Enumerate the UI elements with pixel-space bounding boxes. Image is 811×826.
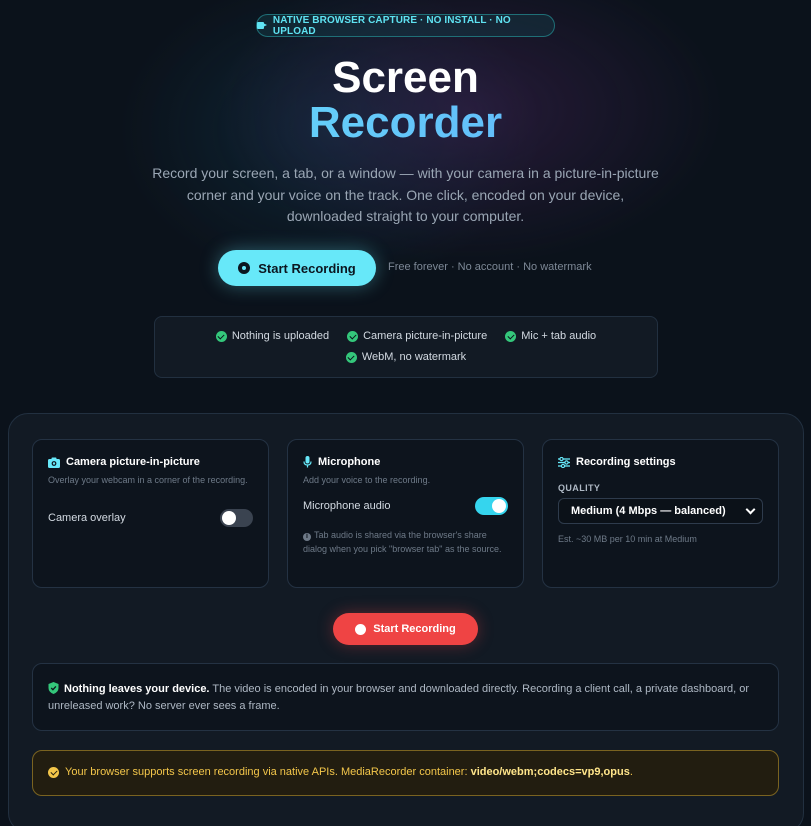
feature-label: Camera picture-in-picture xyxy=(363,330,488,342)
hero-start-recording-label: Start Recording xyxy=(258,260,356,276)
feature-badge-text: NATIVE BROWSER CAPTURE · NO INSTALL · NO… xyxy=(272,14,511,37)
quality-label: QUALITY xyxy=(558,483,601,493)
privacy-notice-bold: Nothing leaves your device. xyxy=(64,683,210,695)
browser-support-message: Your browser supports screen recording v… xyxy=(65,766,471,778)
quality-select-value: Medium (4 Mbps — balanced) xyxy=(571,505,726,517)
tab-audio-hint: i Tab audio is shared via the browser's s… xyxy=(303,528,508,556)
check-circle-icon xyxy=(505,330,517,342)
tab-audio-hint-text: Tab audio is shared via the browser's sh… xyxy=(303,530,502,554)
microphone-audio-label: Microphone audio xyxy=(303,500,391,512)
check-circle-icon xyxy=(48,767,59,778)
feature-badge: NATIVE BROWSER CAPTURE · NO INSTALL · NO… xyxy=(256,14,555,37)
feature-item: WebM, no watermark xyxy=(345,351,467,363)
camera-card-description: Overlay your webcam in a corner of the r… xyxy=(48,475,248,485)
camera-card: Camera picture-in-picture Overlay your w… xyxy=(32,439,269,588)
microphone-card: Microphone Add your voice to the recordi… xyxy=(287,439,524,588)
record-icon xyxy=(238,262,251,274)
camera-card-title: Camera picture-in-picture xyxy=(66,456,200,468)
feature-item: Nothing is uploaded xyxy=(215,330,330,342)
feature-label: Nothing is uploaded xyxy=(231,330,330,342)
camera-card-header: Camera picture-in-picture xyxy=(48,456,200,468)
check-circle-icon xyxy=(347,330,359,342)
privacy-notice: Nothing leaves your device. The video is… xyxy=(32,663,779,731)
feature-list: Nothing is uploaded Camera picture-in-pi… xyxy=(154,316,658,378)
microphone-card-header: Microphone xyxy=(303,456,380,468)
check-circle-icon xyxy=(345,351,357,363)
shield-check-icon xyxy=(48,682,59,694)
browser-support-text: Your browser supports screen recording v… xyxy=(65,766,633,778)
recording-settings-header: Recording settings xyxy=(558,456,676,468)
sliders-icon xyxy=(558,456,570,468)
browser-support-suffix: . xyxy=(629,766,633,778)
start-recording-label: Start Recording xyxy=(373,623,456,635)
quality-select[interactable]: Medium (4 Mbps — balanced) xyxy=(558,498,763,524)
microphone-icon xyxy=(303,456,312,468)
toggle-knob xyxy=(492,499,506,513)
record-icon xyxy=(355,623,367,635)
feature-label: Mic + tab audio xyxy=(521,330,597,342)
browser-support-banner: Your browser supports screen recording v… xyxy=(32,750,779,796)
microphone-card-title: Microphone xyxy=(318,456,381,468)
toggle-knob xyxy=(222,511,236,525)
camera-icon xyxy=(48,457,60,468)
microphone-audio-toggle[interactable] xyxy=(475,497,508,515)
hero-subnote: Free forever · No account · No watermark xyxy=(388,261,592,273)
tagline: Record your screen, a tab, or a window —… xyxy=(152,165,659,224)
camera-overlay-label: Camera overlay xyxy=(48,512,126,524)
feature-item: Camera picture-in-picture xyxy=(347,330,487,342)
feature-label: WebM, no watermark xyxy=(361,351,467,363)
chevron-down-icon xyxy=(745,504,756,515)
info-icon: i xyxy=(303,533,311,541)
microphone-card-description: Add your voice to the recording. xyxy=(303,475,431,485)
page-title-line2: Recorder xyxy=(0,97,811,149)
recording-settings-card: Recording settings QUALITY Medium (4 Mbp… xyxy=(542,439,779,588)
media-container-value: video/webm;codecs=vp9,opus xyxy=(470,766,630,778)
feature-item: Mic + tab audio xyxy=(505,330,596,342)
camera-overlay-toggle[interactable] xyxy=(220,509,253,527)
check-circle-icon xyxy=(215,330,227,342)
recording-settings-title: Recording settings xyxy=(576,456,676,468)
video-camera-icon xyxy=(257,22,267,29)
hero-start-recording-button[interactable]: Start Recording xyxy=(218,250,376,286)
size-estimate: Est. ~30 MB per 10 min at Medium xyxy=(558,534,697,544)
start-recording-button[interactable]: Start Recording xyxy=(333,613,478,645)
